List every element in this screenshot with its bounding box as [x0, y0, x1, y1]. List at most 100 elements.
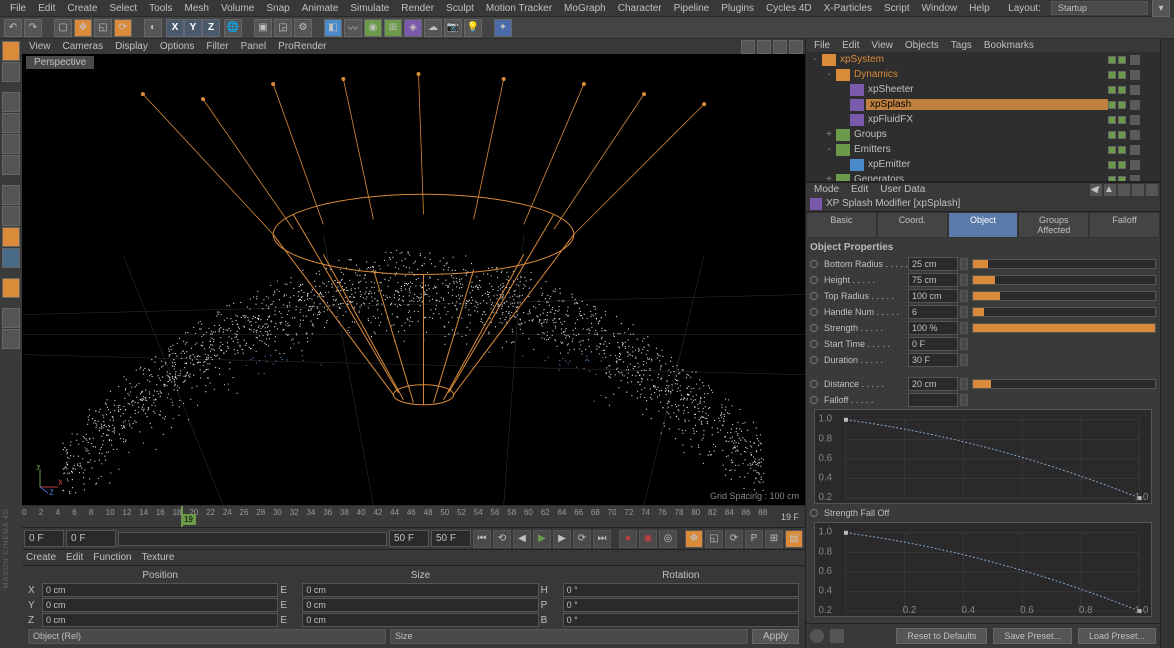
matbar-function[interactable]: Function	[93, 552, 131, 563]
falloff-graph[interactable]: 1.00.8 0.60.4 0.2 1.0	[814, 409, 1152, 504]
attrmenu-user data[interactable]: User Data	[874, 183, 931, 196]
scale-tool[interactable]: ◱	[94, 19, 112, 37]
key-all[interactable]: ▤	[785, 530, 803, 548]
pos-Z[interactable]	[42, 613, 278, 627]
menu-character[interactable]: Character	[612, 1, 668, 16]
vpmenu-options[interactable]: Options	[155, 40, 199, 53]
tag-icon[interactable]	[1130, 145, 1140, 155]
key-param[interactable]: P	[745, 530, 763, 548]
menu-tools[interactable]: Tools	[143, 1, 178, 16]
key-dot[interactable]	[810, 396, 818, 404]
spinner[interactable]	[960, 394, 968, 406]
tree-dynamics[interactable]: -Dynamics	[806, 67, 1160, 82]
menu-window[interactable]: Window	[916, 1, 964, 16]
strength-falloff-graph[interactable]: 1.00.8 0.60.4 0.2 0.20.4 0.60.8 1.0	[814, 522, 1152, 617]
rot-Z[interactable]	[563, 613, 799, 627]
menu-snap[interactable]: Snap	[260, 1, 295, 16]
menu-file[interactable]: File	[4, 1, 32, 16]
tag-icon[interactable]	[1130, 115, 1140, 125]
attr-search-icon[interactable]	[1118, 184, 1130, 196]
spinner[interactable]	[960, 258, 968, 270]
spline-tool[interactable]: 〰	[344, 19, 362, 37]
key-dot[interactable]	[810, 340, 818, 348]
menu-sculpt[interactable]: Sculpt	[440, 1, 480, 16]
tweak-mode[interactable]	[2, 278, 20, 298]
prop-falloff[interactable]	[908, 393, 958, 407]
deformer-tool[interactable]: ◈	[404, 19, 422, 37]
tag-icon[interactable]	[1130, 85, 1140, 95]
attr-back-icon[interactable]: ◀	[1090, 184, 1102, 196]
slider-Handle Num[interactable]	[972, 307, 1156, 317]
xparticles-tool[interactable]: ✦	[494, 19, 512, 37]
vis-render[interactable]	[1118, 56, 1126, 64]
size-Z[interactable]	[302, 613, 538, 627]
key-dot[interactable]	[810, 356, 818, 364]
apply-button[interactable]: Apply	[752, 629, 799, 644]
snap-settings[interactable]	[2, 227, 20, 247]
prop-distance[interactable]	[908, 377, 958, 391]
range-start[interactable]: 0 F	[24, 530, 64, 547]
rot-X[interactable]	[563, 583, 799, 597]
tab-groupsaffected[interactable]: Groups Affected	[1018, 212, 1089, 238]
step-fwd[interactable]: ▶	[553, 530, 571, 548]
key-dot[interactable]	[810, 276, 818, 284]
tag-icon[interactable]	[1130, 175, 1140, 183]
render-settings[interactable]: ⚙	[294, 19, 312, 37]
expand-icon[interactable]: +	[824, 174, 834, 182]
menu-animate[interactable]: Animate	[296, 1, 345, 16]
playback-slider[interactable]	[118, 532, 387, 546]
objmenu-edit[interactable]: Edit	[836, 39, 865, 52]
prop-height[interactable]	[908, 273, 958, 287]
camera-tool[interactable]: 📷	[444, 19, 462, 37]
current-frame[interactable]: 0 F	[66, 530, 116, 547]
timeline[interactable]: 0246810121416182022242628303234363840424…	[22, 505, 805, 527]
recent-tool[interactable]: ◐	[144, 19, 162, 37]
tag-icon[interactable]	[1130, 160, 1140, 170]
soft-select[interactable]	[2, 248, 20, 268]
vis-render[interactable]	[1118, 146, 1126, 154]
step-back-key[interactable]: ⟲	[493, 530, 511, 548]
key-dot[interactable]	[810, 260, 818, 268]
workplane-mode[interactable]	[2, 185, 20, 205]
key-pos[interactable]: ✥	[685, 530, 703, 548]
object-tree[interactable]: -xpSystem-DynamicsxpSheeterxpSplashxpFlu…	[806, 52, 1160, 182]
cube-primitive[interactable]: ◧	[324, 19, 342, 37]
menu-plugins[interactable]: Plugins	[715, 1, 760, 16]
save-preset-button[interactable]: Save Preset...	[993, 628, 1072, 644]
redo-button[interactable]: ↷	[24, 19, 42, 37]
objmenu-view[interactable]: View	[865, 39, 899, 52]
attr-menu-icon[interactable]	[1146, 184, 1158, 196]
spinner[interactable]	[960, 338, 968, 350]
vis-render[interactable]	[1118, 86, 1126, 94]
vis-editor[interactable]	[1108, 71, 1116, 79]
pos-Y[interactable]	[42, 598, 278, 612]
prop-dot[interactable]	[810, 509, 818, 517]
axis-y[interactable]: Y	[184, 19, 202, 37]
rot-Y[interactable]	[563, 598, 799, 612]
matbar-edit[interactable]: Edit	[66, 552, 83, 563]
menu-volume[interactable]: Volume	[215, 1, 260, 16]
tree-groups[interactable]: +Groups	[806, 127, 1160, 142]
rotate-tool[interactable]: ⟳	[114, 19, 132, 37]
spinner[interactable]	[960, 322, 968, 334]
slider-Height[interactable]	[972, 275, 1156, 285]
move-tool[interactable]: ✥	[74, 19, 92, 37]
light-tool[interactable]: 💡	[464, 19, 482, 37]
tree-xpemitter[interactable]: xpEmitter	[806, 157, 1160, 172]
menu-create[interactable]: Create	[61, 1, 103, 16]
render-view[interactable]: ▣	[254, 19, 272, 37]
array-tool[interactable]: ⊞	[384, 19, 402, 37]
menu-script[interactable]: Script	[878, 1, 916, 16]
size-mode-select[interactable]: Size	[390, 629, 748, 644]
record-key[interactable]: ●	[619, 530, 637, 548]
goto-start[interactable]: ⏮	[473, 530, 491, 548]
tree-xpfluidfx[interactable]: xpFluidFX	[806, 112, 1160, 127]
menu-select[interactable]: Select	[103, 1, 143, 16]
expand-icon[interactable]: -	[824, 69, 834, 80]
vp-icon-1[interactable]	[741, 40, 755, 54]
menu-edit[interactable]: Edit	[32, 1, 61, 16]
pos-X[interactable]	[42, 583, 278, 597]
key-scale[interactable]: ◱	[705, 530, 723, 548]
tab-coord[interactable]: Coord.	[877, 212, 948, 238]
size-X[interactable]	[302, 583, 538, 597]
